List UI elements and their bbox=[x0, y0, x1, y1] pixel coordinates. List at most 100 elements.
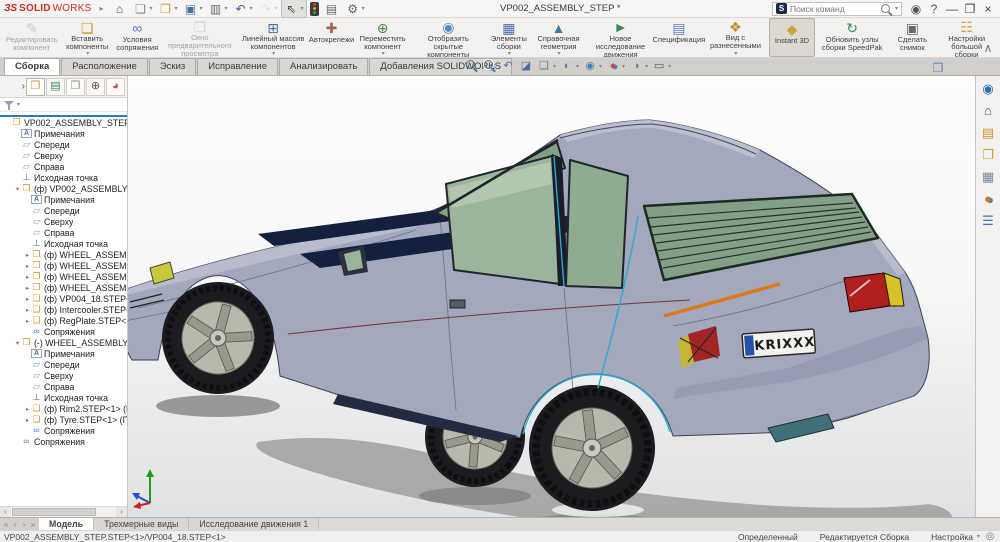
view-tool-button[interactable]: ◐▾ bbox=[560, 59, 579, 73]
filter-caret-icon[interactable]: ▾ bbox=[17, 101, 20, 108]
ribbon-button[interactable]: ∞ Условия сопряжения ▾ bbox=[113, 18, 162, 57]
view-tool-button[interactable]: ●▾ bbox=[606, 59, 625, 73]
tree-row[interactable]: ▱ Справа bbox=[0, 227, 127, 238]
quick-access-button[interactable]: ▤▾ bbox=[322, 0, 342, 17]
quick-access-button[interactable]: ↷▾ bbox=[256, 0, 280, 17]
tree-row[interactable]: ⊥ Исходная точка bbox=[0, 172, 127, 183]
tree-row[interactable]: ▱ Справа bbox=[0, 381, 127, 392]
tab-nav-icon[interactable]: › bbox=[20, 520, 28, 529]
tree-row[interactable]: ▱ Сверху bbox=[0, 216, 127, 227]
tree-row[interactable]: ▾ ❒ (-) WHEEL_ASSEMBLY_2_STEP.STE bbox=[0, 337, 127, 348]
ribbon-button[interactable]: ▣ Сделать снимок ▾ bbox=[889, 18, 935, 57]
ribbon-button[interactable]: ❏ Вставить компоненты ▾ bbox=[62, 18, 113, 57]
tree-row[interactable]: ⊥ Исходная точка bbox=[0, 392, 127, 403]
task-pane-button[interactable]: ⌂ bbox=[979, 101, 998, 119]
task-pane-button[interactable]: ▦ bbox=[979, 167, 998, 185]
expand-arrow-icon[interactable]: ▸ bbox=[24, 317, 31, 325]
panel-tab[interactable]: ⊕ bbox=[86, 78, 105, 96]
tab-nav-icon[interactable]: « bbox=[2, 520, 10, 529]
view-tool-button[interactable]: ◑▾ bbox=[629, 59, 648, 73]
quick-access-button[interactable]: ▥▾ bbox=[206, 0, 230, 17]
quick-access-button[interactable]: ❏▾ bbox=[130, 0, 154, 17]
ribbon-button[interactable]: ⊕ Переместить компонент ▾ bbox=[355, 18, 411, 57]
expand-arrow-icon[interactable]: ▸ bbox=[24, 405, 31, 413]
command-search[interactable]: S ▾ bbox=[772, 2, 902, 16]
view-tool-button[interactable]: ▾ bbox=[465, 59, 479, 73]
taillight-right[interactable] bbox=[844, 273, 904, 312]
tree-row[interactable]: A Примечания bbox=[0, 194, 127, 205]
task-pane-button[interactable]: ❐ bbox=[979, 145, 998, 163]
search-input[interactable] bbox=[790, 4, 877, 14]
tree-row[interactable]: ▾ ❒ (ф) VP002_ASSEMBLY_STEP.STEP bbox=[0, 183, 127, 194]
command-tab[interactable]: Анализировать bbox=[279, 58, 368, 75]
expand-arrow-icon[interactable]: ▸ bbox=[24, 416, 31, 424]
expand-arrow-icon[interactable]: ▸ bbox=[24, 284, 31, 292]
ribbon-button[interactable]: ❐ Окно предварительного просмотра компон… bbox=[162, 18, 238, 57]
tab-nav-icon[interactable]: ‹ bbox=[11, 520, 19, 529]
status-configuration[interactable]: Настройка ▾ ◎ bbox=[931, 531, 996, 542]
window-control-icon[interactable]: ◉ bbox=[908, 1, 924, 16]
tree-row[interactable]: ▱ Сверху bbox=[0, 150, 127, 161]
tree-row[interactable]: ❒ VP002_ASSEMBLY_STEP (По умолчан bbox=[0, 117, 127, 128]
car-body[interactable]: KRIXXX bbox=[128, 120, 929, 442]
tree-row[interactable]: ▸ ❒ (ф) WHEEL_ASSEMBLY_2.STEP bbox=[0, 271, 127, 282]
tree-row[interactable]: ▸ ❒ (ф) WHEEL_ASSEMBLY_2.STEP bbox=[0, 249, 127, 260]
panel-tab[interactable]: ◕ bbox=[106, 78, 125, 96]
search-caret-icon[interactable]: ▾ bbox=[895, 5, 898, 12]
display-pane-icon[interactable]: ❐ bbox=[930, 60, 946, 75]
view-tool-button[interactable]: ◉▾ bbox=[583, 59, 602, 73]
filter-icon[interactable] bbox=[4, 100, 14, 110]
license-plate[interactable]: KRIXXX bbox=[742, 329, 816, 358]
tree-row[interactable]: ▸ ❏ (ф) Intercooler.STEP<1> (По bbox=[0, 304, 127, 315]
tree-row[interactable]: ∞ Сопряжения bbox=[0, 326, 127, 337]
ribbon-button[interactable]: ❖ Вид с разнесенными частями ▾ bbox=[702, 18, 769, 57]
door-handle[interactable] bbox=[450, 300, 465, 308]
tree-filter[interactable]: ▾ bbox=[0, 98, 127, 112]
task-pane-button[interactable]: ◉ bbox=[979, 79, 998, 97]
ribbon-button[interactable]: ⊞ Линейный массив компонентов ▾ bbox=[238, 18, 309, 57]
quick-access-button[interactable]: ⚙▾ bbox=[343, 0, 367, 17]
model-tab[interactable]: Модель bbox=[39, 518, 94, 530]
tree-row[interactable]: ▸ ❏ (ф) RegPlate.STEP<1> (По ум bbox=[0, 315, 127, 326]
tree-row[interactable]: ▱ Сверху bbox=[0, 370, 127, 381]
tree-row[interactable]: ▸ ❏ (ф) VP004_18.STEP<1> (По ум bbox=[0, 293, 127, 304]
expand-arrow-icon[interactable]: ▾ bbox=[14, 185, 21, 193]
task-pane-button[interactable]: ▤ bbox=[979, 123, 998, 141]
view-tool-button[interactable]: ↶▾ bbox=[501, 59, 515, 73]
tree-row[interactable]: ∞ Сопряжения bbox=[0, 436, 127, 447]
ribbon-button[interactable]: ▤ Спецификация ▾ bbox=[656, 18, 702, 57]
tree-row[interactable]: ▸ ❒ (ф) WHEEL_ASSEMBLY_2.STEP bbox=[0, 282, 127, 293]
command-tab[interactable]: Эскиз bbox=[149, 58, 196, 75]
tree-row[interactable]: ▱ Справа bbox=[0, 161, 127, 172]
model-tab[interactable]: Исследование движения 1 bbox=[189, 518, 319, 530]
panel-tab[interactable]: ▤ bbox=[46, 78, 65, 96]
search-scope-icon[interactable]: S bbox=[776, 3, 787, 14]
tree-row[interactable]: ▱ Спереди bbox=[0, 139, 127, 150]
quick-access-button[interactable]: ▣▾ bbox=[181, 0, 205, 17]
expand-arrow-icon[interactable]: ▸ bbox=[24, 262, 31, 270]
view-tool-button[interactable]: ◪▾ bbox=[519, 59, 533, 73]
tree-row[interactable]: ▸ ❏ (ф) Tyre.STEP<1> (По умолч bbox=[0, 414, 127, 425]
command-tab[interactable]: Сборка bbox=[4, 58, 60, 75]
window-control-icon[interactable]: ? bbox=[926, 1, 942, 16]
ribbon-button[interactable]: ▲ Справочная геометрия ▾ bbox=[532, 18, 585, 57]
tree-horizontal-scrollbar[interactable]: ‹ › bbox=[0, 506, 127, 517]
panel-expand-icon[interactable]: › bbox=[22, 81, 25, 92]
tree-row[interactable]: ⊥ Исходная точка bbox=[0, 238, 127, 249]
expand-arrow-icon[interactable]: ▸ bbox=[24, 273, 31, 281]
expand-arrow-icon[interactable]: ▸ bbox=[24, 295, 31, 303]
ribbon-button[interactable]: ◆ Instant 3D ▾ bbox=[769, 18, 815, 57]
quick-access-button[interactable]: ▾ bbox=[308, 1, 321, 17]
scroll-left-icon[interactable]: ‹ bbox=[0, 507, 11, 517]
ribbon-button[interactable]: ✎ Редактировать компонент ▾ bbox=[2, 18, 62, 57]
panel-tab[interactable]: ❒ bbox=[26, 78, 45, 96]
tree-row[interactable]: A Примечания bbox=[0, 348, 127, 359]
quick-access-button[interactable]: ⌂▾ bbox=[109, 0, 129, 17]
ribbon-button[interactable]: ◉ Отобразить скрытые компоненты ▾ bbox=[411, 18, 486, 57]
tree-row[interactable]: ▱ Спереди bbox=[0, 205, 127, 216]
ribbon-button[interactable]: ▦ Элементы сборки ▾ bbox=[486, 18, 532, 57]
view-tool-button[interactable]: ❑▾ bbox=[537, 59, 556, 73]
window-control-icon[interactable]: × bbox=[980, 1, 996, 16]
quick-access-button[interactable]: ❐▾ bbox=[155, 0, 179, 17]
ribbon-button[interactable]: ☷ Настройки большой сборки ▾ bbox=[935, 18, 998, 57]
